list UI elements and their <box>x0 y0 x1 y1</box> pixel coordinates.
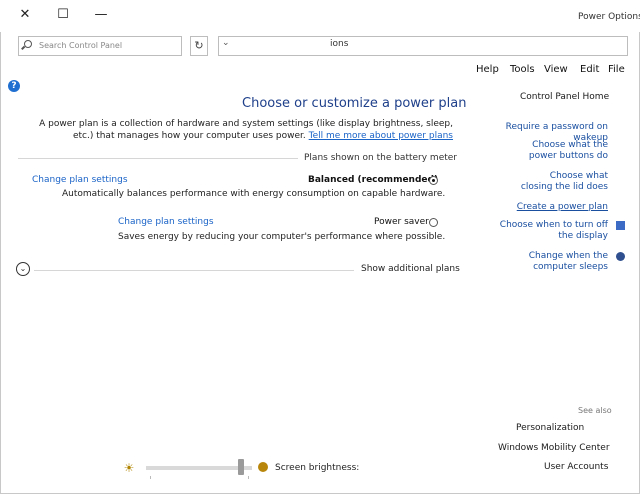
change-plan-saver-link[interactable]: Change plan settings <box>118 217 214 227</box>
minimize-button[interactable]: — <box>86 3 116 27</box>
section-divider <box>18 158 298 159</box>
see-also-label: See also <box>578 406 612 415</box>
address-path: ions <box>330 39 349 49</box>
maximize-button[interactable]: ☐ <box>48 3 78 27</box>
menu-tools[interactable]: Tools <box>510 64 535 75</box>
see-also-personalization[interactable]: Personalization <box>516 423 584 434</box>
see-also-user-accounts[interactable]: User Accounts <box>544 462 608 473</box>
chevron-down-icon[interactable]: ⌄ <box>222 38 230 48</box>
slider-tick <box>150 476 151 479</box>
menu-view[interactable]: View <box>544 64 568 75</box>
brightness-label: Screen brightness: <box>275 463 360 473</box>
brightness-slider-thumb[interactable] <box>238 459 245 475</box>
sun-small-icon <box>258 462 268 472</box>
plan-balanced-name: Balanced (recommended) <box>308 175 439 185</box>
chevron-down-icon[interactable]: ⌄ <box>16 262 30 276</box>
address-bar[interactable] <box>218 36 628 56</box>
brightness-slider-track[interactable] <box>146 466 252 470</box>
moon-icon <box>616 252 625 261</box>
slider-tick <box>248 476 249 479</box>
display-icon <box>616 221 625 230</box>
sun-icon: ☀ <box>123 461 135 475</box>
sidebar-link-sleep[interactable]: Change when the computer sleeps <box>486 251 608 273</box>
plan-saver-desc: Saves energy by reducing your computer's… <box>118 232 446 242</box>
menu-file[interactable]: File <box>608 64 625 75</box>
menu-edit[interactable]: Edit <box>580 64 599 75</box>
plan-saver-radio[interactable] <box>429 218 438 227</box>
close-button[interactable]: ✕ <box>10 3 40 27</box>
sidebar-link-display[interactable]: Choose when to turn off the display <box>486 220 608 242</box>
plan-balanced-desc: Automatically balances performance with … <box>62 189 446 199</box>
sidebar-link-lid[interactable]: Choose what closing the lid does <box>520 171 608 193</box>
search-input[interactable]: Search Control Panel <box>18 36 182 56</box>
section-label: Plans shown on the battery meter <box>300 153 458 163</box>
control-panel-home-link[interactable]: Control Panel Home <box>520 92 609 103</box>
additional-divider <box>34 270 354 271</box>
see-also-mobility-center[interactable]: Windows Mobility Center <box>498 443 610 454</box>
learn-more-link[interactable]: Tell me more about power plans <box>309 131 453 141</box>
page-title: Choose or customize a power plan <box>242 96 467 111</box>
menu-help[interactable]: Help <box>476 64 499 75</box>
show-additional-plans[interactable]: Show additional plans <box>357 264 460 274</box>
help-icon[interactable]: ? <box>8 80 20 92</box>
sidebar-link-create-plan[interactable]: Create a power plan <box>500 202 608 213</box>
plan-balanced-radio[interactable] <box>429 176 438 185</box>
change-plan-balanced-link[interactable]: Change plan settings <box>32 175 128 185</box>
window-title: Power Options <box>578 12 640 22</box>
sidebar-link-power-buttons[interactable]: Choose what the power buttons do <box>520 140 608 162</box>
plan-saver-name: Power saver <box>374 217 429 227</box>
search-icon <box>24 40 32 48</box>
refresh-button[interactable]: ↻ <box>190 36 208 56</box>
page-description: A power plan is a collection of hardware… <box>18 118 453 142</box>
